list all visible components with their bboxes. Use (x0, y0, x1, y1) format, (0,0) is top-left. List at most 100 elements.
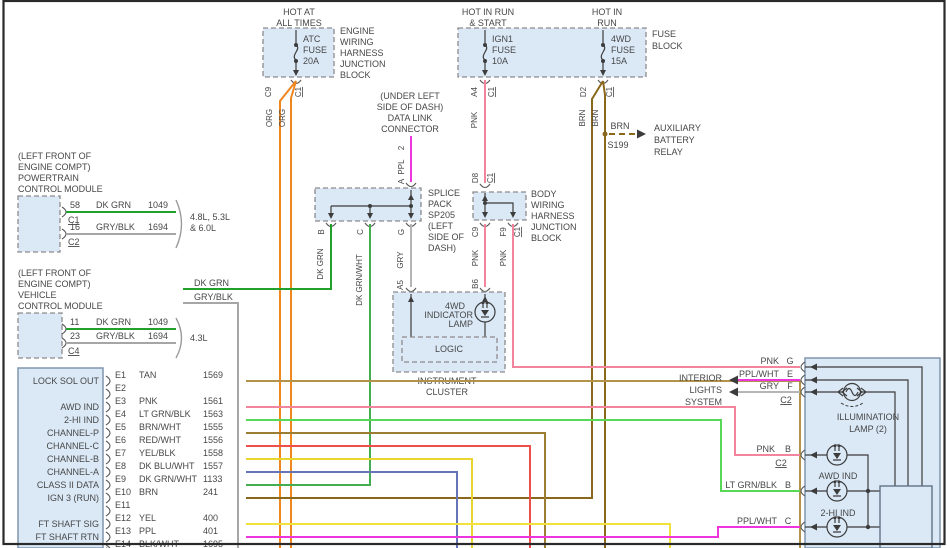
entry-wire-pplwht-c: PPL/WHT (737, 516, 778, 526)
body-exit-pin-c1b: C1 (513, 226, 522, 237)
auxiliary-battery-relay: BRN S199 AUXILIARY BATTERY RELAY (603, 121, 701, 157)
body-entry-pin-d8: D8 (471, 172, 480, 183)
row-pin: E12 (115, 513, 131, 523)
svg-text:TAN: TAN (139, 370, 156, 380)
svg-text:HARNESS: HARNESS (531, 211, 575, 221)
entry-wire-pplwht-e: PPL/WHT (739, 369, 780, 379)
vcm-engine-bracket (176, 318, 182, 358)
body-exit2-wire-label: PNK (499, 249, 508, 266)
pcm-pin2-circuit: 1694 (148, 222, 168, 232)
splice-exit-pin-b: B (317, 229, 326, 234)
body-exit-pin-f9: F9 (499, 227, 508, 237)
entry-pin-b2: B (785, 480, 791, 490)
interior-lights-label: INTERIOR (679, 373, 723, 383)
row-label-2hi-ind: 2-HI IND (64, 415, 100, 425)
gry-wire-label: GRY (396, 251, 405, 269)
svg-text:1558: 1558 (203, 448, 223, 458)
splice-entry-pin-a: A (397, 178, 406, 184)
pcm-label: (LEFT FRONT OF (18, 151, 92, 161)
dlc-label: (UNDER LEFT (380, 91, 440, 101)
svg-text:YEL/BLK: YEL/BLK (139, 448, 176, 458)
body-junction-label: BODY (531, 189, 557, 199)
data-link-connector: (UNDER LEFT SIDE OF DASH) DATA LINK CONN… (377, 91, 444, 184)
fwd-exit-pin-d2: D2 (579, 86, 588, 97)
svg-text:BATTERY: BATTERY (654, 135, 695, 145)
body-exit1-wire-label: PNK (471, 249, 480, 266)
svg-text:BRN/WHT: BRN/WHT (139, 422, 181, 432)
svg-text:1569: 1569 (203, 370, 223, 380)
table-rows: E1TAN1569 E2 E3PNK1561 E4LT GRN/BLK1563 … (115, 370, 223, 548)
fwd-exit-pin-c1: C1 (605, 86, 614, 97)
hot-in-run-start-label: HOT IN RUN (462, 7, 514, 17)
svg-text:FUSE: FUSE (492, 45, 516, 55)
row-label-channel-b: CHANNEL-B (47, 454, 99, 464)
vcm-pin2-circuit: 1694 (148, 331, 168, 341)
svg-text:RED/WHT: RED/WHT (139, 435, 181, 445)
svg-text:SYSTEM: SYSTEM (685, 397, 722, 407)
vcm-pin1-wire: DK GRN (96, 317, 131, 327)
cluster-pin-a5: A5 (396, 280, 405, 290)
hot-in-run-label: HOT IN (592, 7, 622, 17)
cluster-pin-b6: B6 (471, 279, 480, 289)
row-label-channel-c: CHANNEL-C (46, 441, 99, 451)
row-pin: E5 (115, 422, 126, 432)
svg-text:CONTROL MODULE: CONTROL MODULE (18, 184, 103, 194)
s199-label: S199 (607, 140, 628, 150)
module-inner-box (880, 486, 932, 548)
svg-text:CONTROL MODULE: CONTROL MODULE (18, 301, 103, 311)
pcm-engines-label: 4.8L, 5.3L (190, 212, 230, 222)
ppl-wire-label: PPL (397, 159, 406, 175)
vcm-pin1: 11 (70, 317, 79, 327)
entry-pin-f: F (787, 381, 793, 391)
entry-pin-c: C (785, 516, 792, 526)
svg-text:JUNCTION: JUNCTION (340, 59, 386, 69)
interior-lights-arrow-icon (729, 388, 738, 397)
svg-text:PNK: PNK (139, 396, 158, 406)
svg-text:SP205: SP205 (428, 210, 455, 220)
dlc-pin-label: 2 (397, 145, 406, 150)
aux-relay-label: AUXILIARY (654, 123, 701, 133)
pnk-wire-label: PNK (470, 111, 479, 128)
svg-text:LT GRN/BLK: LT GRN/BLK (139, 409, 191, 419)
svg-text:JUNCTION: JUNCTION (531, 222, 577, 232)
entry-wire-ltgrnblk-b: LT GRN/BLK (725, 480, 777, 490)
svg-text:WIRING: WIRING (340, 37, 374, 47)
pcm-pin1: 58 (70, 200, 80, 210)
interior-lights-arrow-icon (729, 376, 738, 385)
row-pin: E9 (115, 474, 126, 484)
lt-grn-blk-wire-e4 (246, 420, 800, 491)
org-wire-1 (280, 81, 296, 548)
body-entry-pin-c1: C1 (486, 172, 495, 183)
powertrain-control-module: (LEFT FRONT OF ENGINE COMPT) POWERTRAIN … (18, 151, 230, 252)
entry-wire-pnk-g: PNK (760, 356, 779, 366)
brn-wire-label-1: BRN (578, 109, 587, 126)
svg-text:YEL: YEL (139, 513, 156, 523)
pcm-engine-bracket (176, 200, 182, 248)
logic-label: LOGIC (435, 344, 464, 354)
pcm-pin2-wire: GRY/BLK (96, 222, 135, 232)
ign1-exit-pin-c1: C1 (487, 86, 496, 97)
row-label-class-ii-data: CLASS II DATA (37, 480, 99, 490)
s199-splice-dot (603, 132, 608, 137)
fuse-block: HOT IN RUN & START HOT IN RUN FUSE BLOCK… (246, 7, 683, 548)
relay-arrow-icon (637, 130, 646, 139)
svg-text:WIRING: WIRING (531, 200, 565, 210)
svg-text:DASH): DASH) (428, 243, 456, 253)
svg-text:SIDE OF: SIDE OF (428, 232, 465, 242)
svg-text:LAMP (2): LAMP (2) (849, 424, 887, 434)
row-pin: E8 (115, 461, 126, 471)
dk-grn-wire-label: DK GRN (316, 248, 325, 279)
hot-at-label2: ALL TIMES (276, 18, 322, 28)
entry-conn-c2: C2 (780, 395, 792, 405)
body-junction-block: D8 C1 BODY WIRING HARNESS JUNCTION BLOCK… (471, 172, 800, 367)
svg-text:VEHICLE: VEHICLE (18, 290, 57, 300)
svg-text:400: 400 (203, 513, 218, 523)
fwd-fuse-label: 4WD (611, 34, 632, 44)
splice-exit-pin-g: G (397, 229, 406, 235)
wiring-diagram-page: HOT AT ALL TIMES ATC FUSE 20A ENGINE WIR… (0, 0, 950, 548)
entry-pin-g: G (786, 356, 793, 366)
vcm-label: (LEFT FRONT OF (18, 268, 92, 278)
atc-fuse-label: ATC (303, 34, 321, 44)
svg-text:LIGHTS: LIGHTS (689, 385, 722, 395)
row-label-lock-sol-out: LOCK SOL OUT (33, 376, 100, 386)
